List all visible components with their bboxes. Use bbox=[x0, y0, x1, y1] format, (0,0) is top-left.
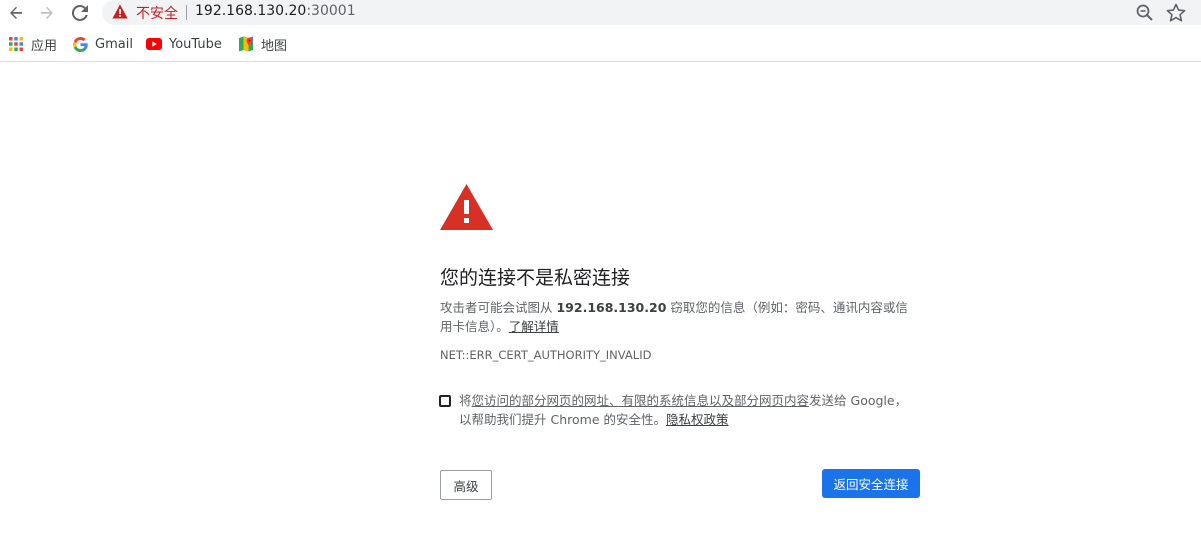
desc-prefix: 攻击者可能会试图从 bbox=[440, 300, 557, 315]
security-status-label[interactable]: 不安全 bbox=[136, 3, 178, 23]
desc-host: 192.168.130.20 bbox=[556, 300, 667, 315]
advanced-button[interactable]: 高级 bbox=[440, 470, 492, 500]
url-text[interactable]: 192.168.130.20:30001 bbox=[195, 3, 356, 19]
bookmark-gmail[interactable]: Gmail bbox=[72, 35, 133, 53]
privacy-policy-link[interactable]: 隐私权政策 bbox=[666, 412, 729, 427]
bookmark-youtube[interactable]: YouTube bbox=[146, 35, 222, 53]
bookmark-label: YouTube bbox=[169, 36, 222, 52]
reload-icon bbox=[72, 5, 88, 21]
url-port: :30001 bbox=[306, 3, 356, 19]
bookmarks-bar: 应用 Gmail YouTube 地图 bbox=[0, 26, 1201, 62]
apps-grid-icon bbox=[8, 36, 24, 52]
optin-prefix: 将 bbox=[459, 393, 472, 408]
browser-toolbar: 不安全 192.168.130.20:30001 bbox=[0, 0, 1201, 26]
zoom-icon[interactable] bbox=[1135, 3, 1155, 23]
optin-details-link[interactable]: 您访问的部分网页的网址、有限的系统信息以及部分网页内容 bbox=[472, 393, 810, 408]
bookmark-maps[interactable]: 地图 bbox=[238, 35, 288, 54]
learn-more-link[interactable]: 了解详情 bbox=[509, 319, 559, 334]
bookmark-label: 地图 bbox=[261, 38, 288, 54]
warning-triangle-icon bbox=[112, 4, 128, 19]
forward-button[interactable] bbox=[34, 0, 60, 26]
bookmark-label: Gmail bbox=[95, 36, 133, 52]
error-code: NET::ERR_CERT_AUTHORITY_INVALID bbox=[440, 348, 652, 362]
back-button[interactable] bbox=[3, 0, 29, 26]
bookmark-apps[interactable]: 应用 bbox=[8, 35, 58, 54]
back-to-safety-button[interactable]: 返回安全连接 bbox=[822, 469, 920, 498]
omnibox-divider bbox=[186, 5, 187, 20]
forward-arrow-icon bbox=[41, 6, 53, 19]
google-g-icon bbox=[72, 36, 88, 52]
bookmark-label: 应用 bbox=[31, 38, 58, 54]
page-title: 您的连接不是私密连接 bbox=[440, 267, 631, 289]
reload-button[interactable] bbox=[67, 0, 93, 26]
omnibox[interactable]: 不安全 192.168.130.20:30001 bbox=[102, 0, 1201, 25]
maps-icon bbox=[238, 36, 254, 52]
star-icon[interactable] bbox=[1165, 2, 1187, 24]
safe-browsing-optin-checkbox[interactable] bbox=[439, 395, 451, 407]
url-host: 192.168.130.20 bbox=[195, 3, 307, 19]
youtube-icon bbox=[146, 36, 162, 52]
back-arrow-icon bbox=[10, 6, 22, 19]
optin-text: 将您访问的部分网页的网址、有限的系统信息以及部分网页内容发送给 Google，以… bbox=[459, 391, 914, 429]
danger-warning-icon bbox=[440, 184, 493, 230]
error-description: 攻击者可能会试图从 192.168.130.20 窃取您的信息（例如：密码、通讯… bbox=[440, 298, 915, 336]
